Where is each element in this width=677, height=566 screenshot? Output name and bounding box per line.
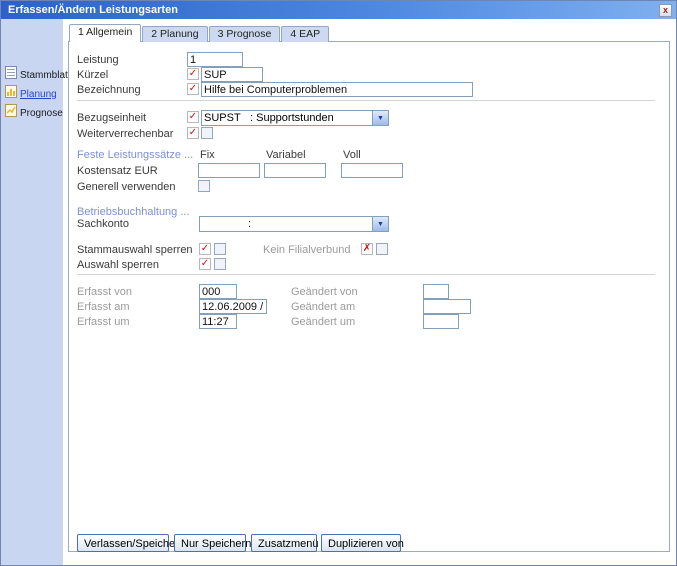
erfasst-am-field xyxy=(199,299,267,314)
kostensatz-fix-input[interactable] xyxy=(198,163,260,178)
sidebar-item-label: Stammblatt xyxy=(20,70,71,81)
leistung-label: Leistung xyxy=(77,54,119,66)
separator xyxy=(77,100,655,101)
bezeichnung-label: Bezeichnung xyxy=(77,84,141,96)
mandatory-check-icon: ✓ xyxy=(187,83,199,95)
duplizieren-von-button[interactable]: Duplizieren von xyxy=(321,534,401,552)
weiterverrechenbar-label: Weiterverrechenbar xyxy=(77,128,173,140)
weiterverrechenbar-checkbox[interactable] xyxy=(201,127,213,139)
erfasst-um-label: Erfasst um xyxy=(77,316,130,328)
nur-speichern-button[interactable]: Nur Speichern xyxy=(174,534,246,552)
kostensatz-voll-input[interactable] xyxy=(341,163,403,178)
planung-chart-icon xyxy=(5,85,17,103)
sidebar-item-label: Planung xyxy=(20,89,57,100)
tab-planung[interactable]: 2 Planung xyxy=(142,26,207,42)
form-panel: Leistung Kürzel ✓ Bezeichnung ✓ Bezugsei… xyxy=(68,41,670,552)
bezugseinheit-code: SUPST xyxy=(202,111,250,125)
erfasst-von-field xyxy=(199,284,237,299)
mandatory-check-icon: ✓ xyxy=(199,258,211,270)
bezugseinheit-name: : Supportstunden xyxy=(250,111,372,125)
titlebar: Erfassen/Ändern Leistungsarten x xyxy=(1,1,676,19)
verlassen-speichern-button[interactable]: Verlassen/Speichern xyxy=(77,534,169,552)
sidebar-item-label: Prognose xyxy=(20,108,63,119)
erfasst-von-label: Erfasst von xyxy=(77,286,132,298)
sachkonto-code xyxy=(200,217,248,231)
mandatory-check-icon: ✓ xyxy=(187,127,199,139)
sidebar-item-prognose[interactable]: Prognose xyxy=(5,104,63,122)
geaendert-am-field xyxy=(423,299,471,314)
feste-leistungssaetze-section-title: Feste Leistungssätze ... xyxy=(77,149,193,161)
close-button[interactable]: x xyxy=(659,4,672,17)
chevron-down-icon: ▼ xyxy=(377,115,384,122)
tab-allgemein[interactable]: 1 Allgemein xyxy=(69,24,141,42)
erfasst-um-field xyxy=(199,314,237,329)
mandatory-check-icon: ✓ xyxy=(187,68,199,80)
chevron-down-icon: ▼ xyxy=(377,221,384,228)
bezugseinheit-dropdown-button[interactable]: ▼ xyxy=(372,111,388,125)
separator xyxy=(77,274,655,275)
geaendert-um-field xyxy=(423,314,459,329)
bezugseinheit-combobox[interactable]: SUPST : Supportstunden ▼ xyxy=(201,110,389,126)
generell-verwenden-label: Generell verwenden xyxy=(77,181,175,193)
leistung-input[interactable] xyxy=(187,52,243,67)
stammauswahl-sperren-label: Stammauswahl sperren xyxy=(77,244,193,256)
geaendert-am-label: Geändert am xyxy=(291,301,355,313)
generell-verwenden-checkbox[interactable] xyxy=(198,180,210,192)
kuerzel-label: Kürzel xyxy=(77,69,108,81)
column-header-voll: Voll xyxy=(343,149,361,161)
stammblatt-form-icon xyxy=(5,66,17,84)
mandatory-check-icon: ✓ xyxy=(199,243,211,255)
sachkonto-name: : xyxy=(248,217,372,231)
kein-filialverbund-checkbox[interactable] xyxy=(376,243,388,255)
stammauswahl-sperren-checkbox[interactable] xyxy=(214,243,226,255)
tab-strip: 1 Allgemein 2 Planung 3 Prognose 4 EAP xyxy=(69,26,330,42)
geaendert-von-field xyxy=(423,284,449,299)
window-title: Erfassen/Ändern Leistungsarten xyxy=(1,4,178,16)
sachkonto-combobox[interactable]: : ▼ xyxy=(199,216,389,232)
zusatzmenu-button[interactable]: Zusatzmenü xyxy=(251,534,317,552)
bezugseinheit-label: Bezugseinheit xyxy=(77,112,146,124)
column-header-fix: Fix xyxy=(200,149,215,161)
tab-prognose[interactable]: 3 Prognose xyxy=(209,26,281,42)
window: Erfassen/Ändern Leistungsarten x Stammbl… xyxy=(0,0,677,566)
geaendert-um-label: Geändert um xyxy=(291,316,355,328)
mandatory-cross-icon: ✗ xyxy=(361,243,373,255)
erfasst-am-label: Erfasst am xyxy=(77,301,130,313)
kuerzel-input[interactable] xyxy=(201,67,263,82)
sidebar-item-stammblatt[interactable]: Stammblatt xyxy=(5,66,71,84)
kein-filialverbund-label: Kein Filialverbund xyxy=(263,244,350,256)
tab-eap[interactable]: 4 EAP xyxy=(281,26,329,42)
betriebsbuchhaltung-section-title: Betriebsbuchhaltung ... xyxy=(77,206,190,218)
sachkonto-label: Sachkonto xyxy=(77,218,129,230)
column-header-variabel: Variabel xyxy=(266,149,306,161)
auswahl-sperren-label: Auswahl sperren xyxy=(77,259,159,271)
auswahl-sperren-checkbox[interactable] xyxy=(214,258,226,270)
sachkonto-dropdown-button[interactable]: ▼ xyxy=(372,217,388,231)
bezeichnung-input[interactable] xyxy=(201,82,473,97)
geaendert-von-label: Geändert von xyxy=(291,286,358,298)
mandatory-check-icon: ✓ xyxy=(187,111,199,123)
sidebar-item-planung[interactable]: Planung xyxy=(5,85,57,103)
prognose-chart-icon xyxy=(5,104,17,122)
kostensatz-label: Kostensatz EUR xyxy=(77,165,158,177)
close-icon: x xyxy=(663,5,668,15)
sidebar: Stammblatt Planung Prognose xyxy=(1,19,63,565)
kostensatz-variabel-input[interactable] xyxy=(264,163,326,178)
